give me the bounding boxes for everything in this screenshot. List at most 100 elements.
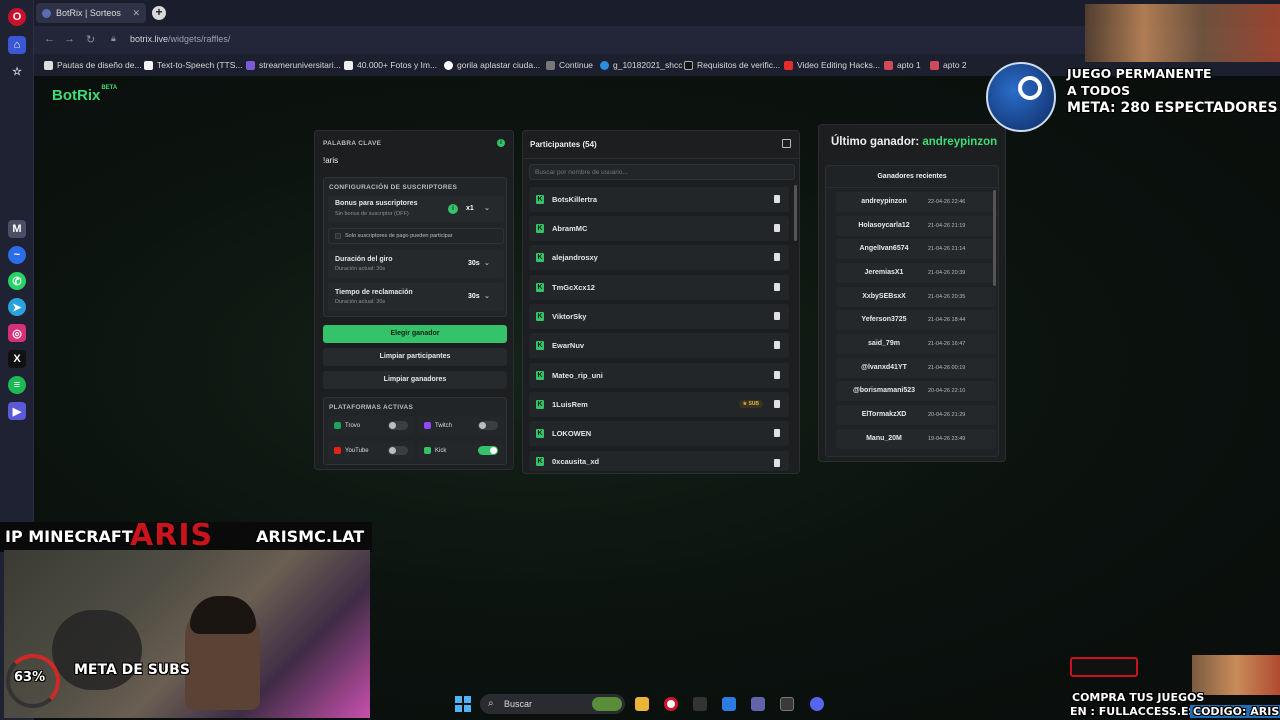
home-icon[interactable]: ⌂: [8, 36, 26, 54]
trash-icon[interactable]: [774, 400, 780, 408]
file-explorer-icon[interactable]: [635, 697, 649, 711]
trash-icon[interactable]: [774, 371, 780, 379]
bookmark-item[interactable]: Pautas de diseño de...: [44, 60, 142, 70]
participant-row[interactable]: K AbramMC: [529, 216, 789, 241]
bookmark-item[interactable]: apto 2: [930, 60, 967, 70]
kick-toggle[interactable]: [478, 446, 498, 455]
back-icon[interactable]: ←: [44, 33, 55, 45]
kick-icon: K: [536, 224, 544, 233]
trovo-toggle[interactable]: [388, 421, 408, 430]
reload-icon[interactable]: ↻: [86, 33, 95, 46]
search-highlight-icon: [592, 697, 622, 711]
steam-line1: JUEGO PERMANENTE: [1067, 66, 1212, 81]
spotify-icon[interactable]: ≡: [8, 376, 26, 394]
trash-icon[interactable]: [774, 429, 780, 437]
opera-logo-icon[interactable]: O: [8, 8, 26, 26]
participant-row[interactable]: K TmGcXcx12: [529, 275, 789, 300]
clear-winners-button[interactable]: Limpiar ganadores: [323, 371, 507, 389]
participant-row[interactable]: K BotsKillertra: [529, 187, 789, 212]
windows-start-icon[interactable]: [455, 696, 471, 712]
participant-row[interactable]: K EwarNuv: [529, 333, 789, 358]
copy-icon[interactable]: [782, 139, 791, 148]
bookmark-item[interactable]: apto 1: [884, 60, 921, 70]
bonus-select[interactable]: x1: [466, 205, 474, 212]
teams-icon[interactable]: [751, 697, 765, 711]
x-icon[interactable]: X: [8, 350, 26, 368]
spin-select[interactable]: 30s: [468, 260, 480, 267]
bookmark-item[interactable]: streameruniversitari...: [246, 60, 341, 70]
bookmark-item[interactable]: Continue: [546, 60, 593, 70]
recent-winners-box: Ganadores recientes andreypinzon 22-04-26…: [825, 165, 999, 457]
info-icon[interactable]: i: [448, 204, 458, 214]
trash-icon[interactable]: [774, 195, 780, 203]
winner-row: @lvanxd41YT 21-04-26 00:19: [836, 358, 996, 378]
participants-scrollbar[interactable]: [794, 185, 797, 241]
trash-icon[interactable]: [774, 459, 780, 467]
tab-botrix[interactable]: BotRix | Sorteos ✕: [36, 3, 146, 23]
keyword-input[interactable]: !aris: [323, 153, 507, 169]
platforms-section: PLATAFORMAS ACTIVAS Trovo Twitch YouTube…: [323, 397, 507, 465]
paid-only-checkbox[interactable]: [335, 233, 341, 239]
pick-winner-button[interactable]: Elegir ganador: [323, 325, 507, 343]
instagram-icon[interactable]: ◎: [8, 324, 26, 342]
kick-icon: K: [536, 429, 544, 438]
kick-icon: [424, 447, 431, 454]
bookmark-item[interactable]: Text-to-Speech (TTS...: [144, 60, 243, 70]
app-icon[interactable]: [693, 697, 707, 711]
winners-scrollbar[interactable]: [993, 190, 996, 286]
kick-icon: K: [536, 283, 544, 292]
raffle-config-panel: PALABRA CLAVE i !aris CONFIGURACIÓN DE S…: [314, 130, 514, 470]
clear-participants-button[interactable]: Limpiar participantes: [323, 348, 507, 366]
platform-youtube: YouTube: [328, 441, 414, 460]
bookmark-item[interactable]: gorila aplastar ciuda...: [444, 60, 540, 70]
winner-row: ElTormakzXD 20-04-26 21:29: [836, 405, 996, 425]
forward-icon[interactable]: →: [64, 33, 75, 45]
trash-icon[interactable]: [774, 283, 780, 291]
app-icon[interactable]: [722, 697, 736, 711]
trash-icon[interactable]: [774, 224, 780, 232]
participant-row[interactable]: K LOKOWEN: [529, 421, 789, 446]
bookmark-item[interactable]: 40.000+ Fotos y Im...: [344, 60, 437, 70]
bookmark-item[interactable]: g_10182021_shcc: [600, 60, 682, 70]
participant-row[interactable]: Kalejandrosxy: [529, 245, 789, 270]
info-icon[interactable]: i: [497, 139, 505, 147]
trash-icon[interactable]: [774, 253, 780, 261]
spin-title: Duración del giro: [335, 256, 393, 263]
claim-select[interactable]: 30s: [468, 293, 480, 300]
store-icon[interactable]: [780, 697, 794, 711]
youtube-toggle[interactable]: [388, 446, 408, 455]
paid-only-row[interactable]: Solo suscriptores de pago pueden partici…: [328, 228, 504, 244]
trash-icon[interactable]: [774, 341, 780, 349]
claim-title: Tiempo de reclamación: [335, 289, 413, 296]
whatsapp-icon[interactable]: ✆: [8, 272, 26, 290]
participant-search-input[interactable]: [529, 164, 795, 180]
participant-row[interactable]: K 1LuisRem ★ SUB: [529, 392, 789, 417]
platform-kick: Kick: [418, 441, 504, 460]
youtube-icon: [334, 447, 341, 454]
beta-badge: BETA: [101, 85, 118, 91]
telegram-icon[interactable]: ➤: [8, 298, 26, 316]
star-icon[interactable]: ☆: [8, 62, 26, 80]
bookmark-item[interactable]: Video Editing Hacks...: [784, 60, 880, 70]
gmail-icon[interactable]: M: [8, 220, 26, 238]
player-icon[interactable]: ▶: [8, 402, 26, 420]
twitch-toggle[interactable]: [478, 421, 498, 430]
trash-icon[interactable]: [774, 312, 780, 320]
last-winner-label: Último ganador:: [831, 136, 920, 148]
new-tab-button[interactable]: +: [152, 6, 166, 20]
bookmark-item[interactable]: Requisitos de verific...: [684, 60, 780, 70]
participant-row[interactable]: K 0xcausita_xd: [529, 451, 789, 471]
url-host: botrix.live: [130, 34, 169, 44]
kick-icon: K: [536, 371, 544, 380]
opera-icon[interactable]: [664, 697, 678, 711]
twitch-icon: [424, 422, 431, 429]
fullaccess-logo-icon: [1070, 657, 1138, 677]
messenger-icon[interactable]: ~: [8, 246, 26, 264]
url-field[interactable]: botrix.live/widgets/raffles/: [130, 34, 230, 44]
participant-row[interactable]: K Mateo_rip_uni: [529, 363, 789, 388]
discord-icon[interactable]: [810, 697, 824, 711]
participant-row[interactable]: K ViktorSky: [529, 304, 789, 329]
botrix-logo[interactable]: BotRixBETA: [52, 85, 118, 104]
close-tab-icon[interactable]: ✕: [132, 8, 140, 19]
keyword-label: PALABRA CLAVE: [323, 140, 382, 147]
